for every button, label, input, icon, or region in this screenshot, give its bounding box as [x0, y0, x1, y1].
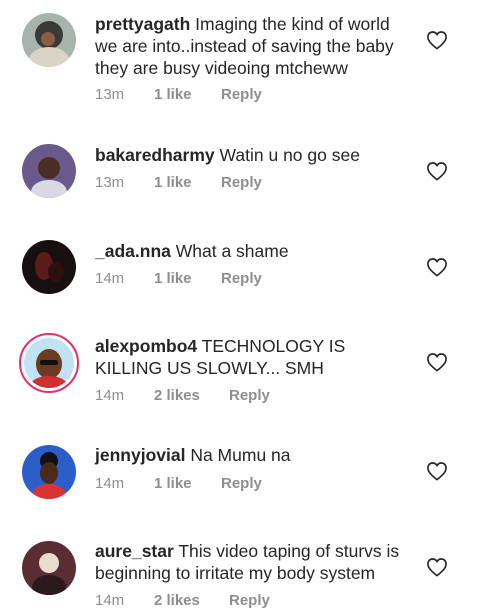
comment-timestamp: 14m [95, 387, 125, 404]
comment-username[interactable]: alexpombo4 [95, 336, 197, 356]
heart-outline-icon[interactable] [426, 161, 448, 181]
comment-text: prettyagath Imaging the kind of world we… [95, 13, 410, 79]
avatar[interactable] [22, 13, 76, 67]
avatar[interactable] [22, 541, 76, 595]
avatar[interactable] [22, 445, 76, 499]
comment-likes[interactable]: 1 like [154, 270, 192, 287]
comment-likes[interactable]: 1 like [154, 475, 192, 492]
heart-outline-icon[interactable] [426, 461, 448, 481]
avatar[interactable] [19, 333, 79, 393]
comment-timestamp: 14m [95, 592, 125, 609]
comment-likes[interactable]: 1 like [154, 174, 192, 191]
comment-text: alexpombo4 TECHNOLOGY IS KILLING US SLOW… [95, 335, 410, 379]
heart-outline-icon[interactable] [426, 352, 448, 372]
reply-button[interactable]: Reply [229, 387, 270, 404]
reply-button[interactable]: Reply [221, 270, 262, 287]
comment-username[interactable]: prettyagath [95, 14, 190, 34]
comment-timestamp: 13m [95, 86, 125, 103]
reply-button[interactable]: Reply [221, 174, 262, 191]
heart-outline-icon[interactable] [426, 257, 448, 277]
comment-timestamp: 14m [95, 270, 125, 287]
comment-text: _ada.nna What a shame [95, 240, 410, 262]
comment-likes[interactable]: 2 likes [154, 387, 200, 404]
avatar[interactable] [22, 144, 76, 198]
comment-text: bakaredharmy Watin u no go see [95, 144, 410, 166]
reply-button[interactable]: Reply [221, 86, 262, 103]
reply-button[interactable]: Reply [221, 475, 262, 492]
heart-outline-icon[interactable] [426, 30, 448, 50]
comment-body: Watin u no go see [219, 145, 360, 165]
comment-body: Na Mumu na [190, 445, 291, 465]
comment-text: aure_star This video taping of sturvs is… [95, 540, 410, 584]
comment-timestamp: 13m [95, 174, 125, 191]
comment-likes[interactable]: 2 likes [154, 592, 200, 609]
heart-outline-icon[interactable] [426, 557, 448, 577]
comment-username[interactable]: aure_star [95, 541, 174, 561]
comment-timestamp: 14m [95, 475, 125, 492]
comment-username[interactable]: bakaredharmy [95, 145, 215, 165]
comment-username[interactable]: _ada.nna [95, 241, 171, 261]
comment-text: jennyjovial Na Mumu na [95, 444, 410, 466]
reply-button[interactable]: Reply [229, 592, 270, 609]
comment-likes[interactable]: 1 like [154, 86, 192, 103]
avatar[interactable] [22, 240, 76, 294]
comment-body: What a shame [175, 241, 289, 261]
comment-username[interactable]: jennyjovial [95, 445, 185, 465]
